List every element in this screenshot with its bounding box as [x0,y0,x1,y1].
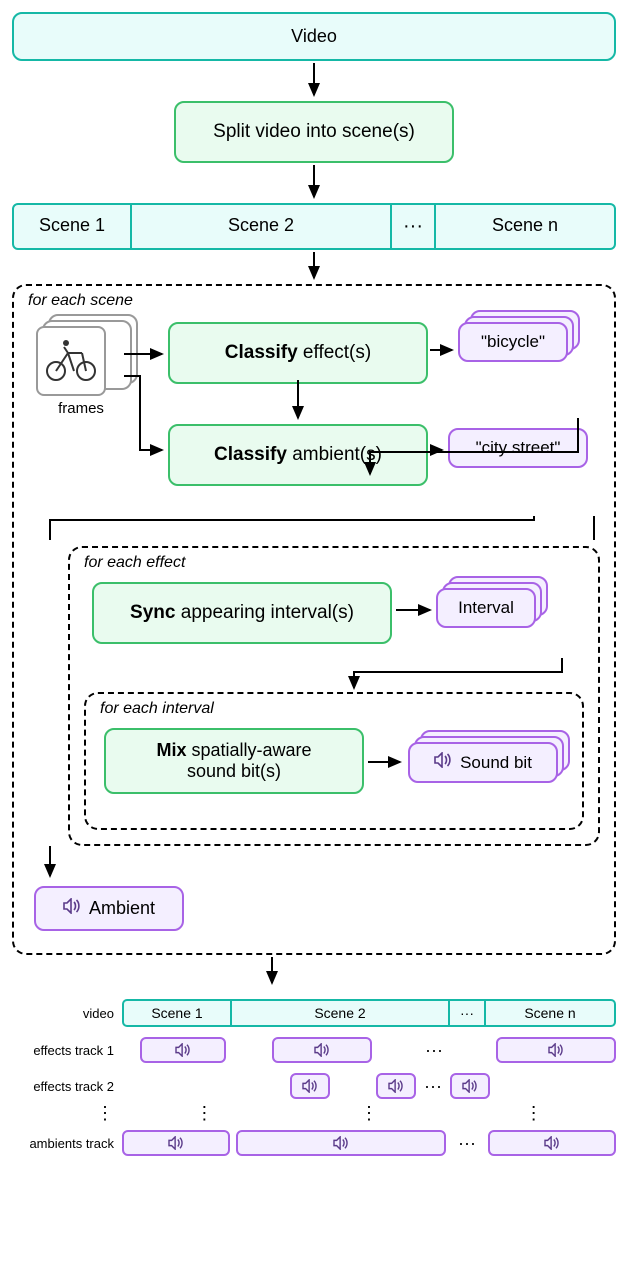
scene-2-cell: Scene 2 [132,203,392,250]
interval-label: Interval [458,598,514,617]
ambient-output: Ambient [34,886,184,931]
timeline-ambients-row: ambients track ··· [12,1130,616,1156]
speaker-icon [175,1043,191,1057]
mix-bold: Mix [156,740,186,760]
speaker-icon [548,1043,564,1057]
interval-output: Interval [436,588,536,628]
speaker-icon [544,1136,560,1150]
ambient-label: Ambient [89,898,155,919]
tl-clip [450,1073,490,1099]
timeline-ambients-label: ambients track [12,1136,122,1151]
scene-1-label: Scene 1 [39,215,105,235]
video-label: Video [291,26,337,46]
classify-effects-bold: Classify [225,342,298,363]
mix-box: Mix spatially-aware sound bit(s) [104,728,364,794]
tl-dots: ··· [452,1133,482,1154]
speaker-icon [314,1043,330,1057]
frames-caption: frames [36,400,126,417]
soundbit-label: Sound bit [460,753,532,773]
bicycle-icon [44,339,98,383]
speaker-icon [388,1079,404,1093]
timeline-effects-1-row: effects track 1 ··· [12,1037,616,1063]
speaker-icon [333,1136,349,1150]
classify-effects-rest: effect(s) [298,342,372,363]
classify-ambients-rest: ambient(s) [287,444,382,465]
tl-clip [272,1037,372,1063]
tl-clip [290,1073,330,1099]
soundbit-output: Sound bit [408,742,558,783]
tl-clip [376,1073,416,1099]
speaker-icon [168,1136,184,1150]
tl-clip [140,1037,226,1063]
ambient-entry-connector [28,846,604,886]
mix-rest-1: spatially-aware [186,740,311,760]
classify-effects-box: Classify effect(s) [168,322,428,384]
ambients-output-label: "city street" [476,438,561,457]
for-each-interval-label: for each interval [100,700,214,718]
tl-dots: ··· [380,1040,488,1061]
mix-rest-2: sound bit(s) [114,761,354,782]
frames-stack: frames [36,326,126,417]
sync-rest: appearing interval(s) [175,602,353,623]
effect-entry-connector [70,548,590,549]
scene-dots: ··· [403,215,423,237]
tl-vdots: ⋮ [525,1103,543,1124]
video-input-box: Video [12,12,616,61]
split-label: Split video into scene(s) [213,121,415,142]
tl-scene-2: Scene 2 [232,999,450,1027]
speaker-icon [302,1079,318,1093]
tl-clip [236,1130,446,1156]
speaker-icon [434,752,452,773]
mid-connectors-1 [28,516,604,546]
ambients-output: "city street" [448,428,588,468]
timeline-effects-2-label: effects track 2 [12,1079,122,1094]
scene-dots-cell: ··· [392,203,436,250]
sync-box: Sync appearing interval(s) [92,582,392,644]
tl-scene-1: Scene 1 [122,999,232,1027]
for-each-effect-panel: for each effect Sync appearing interval(… [68,546,600,846]
effects-output: "bicycle" [458,322,568,362]
scene-n-cell: Scene n [436,203,616,250]
speaker-icon [462,1079,478,1093]
arrow-video-to-split [12,61,616,101]
sync-bold: Sync [130,602,175,623]
tl-clip [488,1130,616,1156]
timeline-video-row: video Scene 1 Scene 2 ··· Scene n [12,999,616,1027]
timeline-vdots-row: ⋮ ⋮ ⋮ ⋮ [12,1103,616,1124]
tl-scene-n: Scene n [486,999,616,1027]
arrow-split-to-scenes [12,163,616,203]
tl-vdots-left: ⋮ [12,1103,122,1124]
scene-n-label: Scene n [492,215,558,235]
scene-2-label: Scene 2 [228,215,294,235]
arrow-panel-to-timeline [12,955,616,989]
split-process-box: Split video into scene(s) [174,101,454,163]
arrow-scenes-to-panel [12,250,616,284]
scenes-row: Scene 1 Scene 2 ··· Scene n [12,203,616,250]
timeline: video Scene 1 Scene 2 ··· Scene n effect… [12,999,616,1156]
classify-ambients-box: Classify ambient(s) [168,424,428,486]
tl-vdots: ⋮ [360,1103,378,1124]
timeline-effects-1-label: effects track 1 [12,1043,122,1058]
tl-vdots: ⋮ [195,1103,213,1124]
scene-1-cell: Scene 1 [12,203,132,250]
for-each-interval-panel: for each interval Mix spatially-aware so… [84,692,584,830]
tl-scene-dots: ··· [450,999,486,1027]
timeline-video-label: video [12,1006,122,1021]
timeline-effects-2-row: effects track 2 ··· [12,1073,616,1099]
tl-clip [122,1130,230,1156]
for-each-scene-label: for each scene [28,292,133,310]
effects-output-label: "bicycle" [481,332,545,351]
classify-ambients-bold: Classify [214,444,287,465]
speaker-icon [63,898,81,919]
for-each-scene-panel: for each scene fr [12,284,616,955]
interval-entry-connector [84,658,604,692]
tl-dots: ··· [424,1076,442,1097]
pipeline-diagram: Video Split video into scene(s) Scene 1 … [12,12,616,1156]
tl-clip [496,1037,616,1063]
frames-thumb [36,326,106,396]
for-each-effect-label: for each effect [84,554,185,572]
